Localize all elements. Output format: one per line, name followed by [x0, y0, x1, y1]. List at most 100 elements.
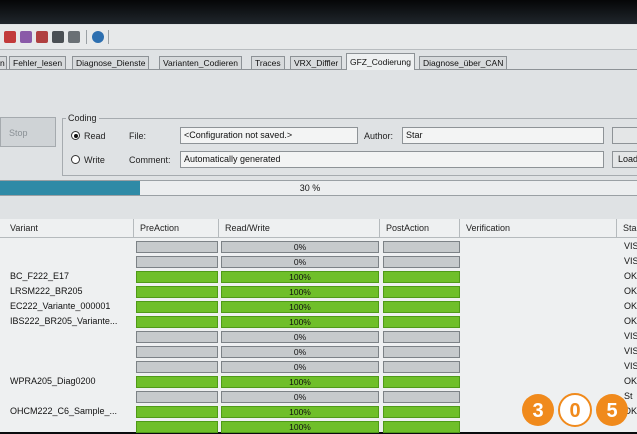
toolbar-red-icon[interactable] [4, 31, 16, 43]
tab-vrx-diffler[interactable]: VRX_Diffler [290, 56, 343, 70]
postaction-bar [383, 301, 460, 313]
table-row[interactable]: BC_F222_E17 100% OK [0, 269, 637, 284]
variant-name: BC_F222_E17 [10, 271, 70, 281]
header-status[interactable]: Sta [619, 219, 637, 237]
toolbar-help-icon[interactable] [92, 31, 104, 43]
stop-button[interactable]: Stop [0, 117, 56, 147]
read-write-bar: 100% [221, 316, 379, 328]
status-cell: OK [624, 301, 637, 311]
tab-fehler-lesen[interactable]: Fehler_lesen [9, 56, 67, 70]
write-radio[interactable] [71, 155, 80, 164]
toolbar [0, 25, 637, 50]
variant-name: EC222_Variante_000001 [10, 301, 111, 311]
read-write-bar: 0% [221, 346, 379, 358]
status-cell: VIS [624, 331, 637, 341]
toolbar-print-icon[interactable] [68, 31, 80, 43]
postaction-bar [383, 361, 460, 373]
table-row[interactable]: 0% VIS [0, 254, 637, 269]
preaction-bar [136, 241, 218, 253]
browse-button[interactable] [612, 127, 637, 144]
header-verification[interactable]: Verification [462, 219, 617, 237]
postaction-bar [383, 376, 460, 388]
status-cell: VIS [624, 256, 637, 266]
read-radio[interactable] [71, 131, 80, 140]
table-row[interactable]: 0% VIS [0, 239, 637, 254]
load-button[interactable]: Load [612, 151, 637, 168]
preaction-bar [136, 361, 218, 373]
postaction-bar [383, 271, 460, 283]
progress-label: 30 % [299, 183, 321, 193]
tab-divider [0, 69, 637, 70]
table-row[interactable]: 0% VIS [0, 329, 637, 344]
read-write-bar: 100% [221, 406, 379, 418]
read-write-bar: 0% [221, 241, 379, 253]
author-field[interactable]: Star [402, 127, 604, 144]
logo-digit-5: 5 [606, 400, 617, 422]
status-cell: OK [624, 286, 637, 296]
header-variant[interactable]: Variant [6, 219, 134, 237]
postaction-bar [383, 391, 460, 403]
status-cell: VIS [624, 361, 637, 371]
comment-label: Comment: [129, 155, 171, 165]
read-write-bar: 0% [221, 361, 379, 373]
toolbar-separator [108, 30, 109, 44]
variant-name: WPRA205_Diag0200 [10, 376, 96, 386]
toolbar-save-icon[interactable] [52, 31, 64, 43]
preaction-bar [136, 331, 218, 343]
progress-bar: 30 % [0, 180, 637, 196]
variant-name: IBS222_BR205_Variante... [10, 316, 118, 326]
toolbar-diagnose-icon[interactable] [20, 31, 32, 43]
table-row[interactable]: EC222_Variante_000001 100% OK [0, 299, 637, 314]
postaction-bar [383, 331, 460, 343]
tab-gfz-codierung[interactable]: GFZ_Codierung [346, 53, 415, 70]
tab-traces[interactable]: Traces [251, 56, 285, 70]
file-field[interactable]: <Configuration not saved.> [180, 127, 358, 144]
monitor-bezel [0, 0, 637, 24]
logo-digit-0: 0 [569, 400, 580, 422]
toolbar-tool-icon[interactable] [36, 31, 48, 43]
postaction-bar [383, 316, 460, 328]
read-write-bar: 100% [221, 301, 379, 313]
preaction-bar [136, 271, 218, 283]
write-label: Write [84, 155, 105, 165]
toolbar-separator [86, 30, 87, 44]
status-cell: OK [624, 316, 637, 326]
tab-strip: n Fehler_lesen Diagnose_Dienste Variante… [0, 53, 637, 70]
tab-varianten-codieren[interactable]: Varianten_Codieren [159, 56, 242, 70]
preaction-bar [136, 376, 218, 388]
table-row[interactable]: 0% VIS [0, 344, 637, 359]
preaction-bar [136, 316, 218, 328]
comment-field[interactable]: Automatically generated [180, 151, 604, 168]
tab-partial[interactable]: n [0, 56, 7, 70]
header-postaction[interactable]: PostAction [382, 219, 460, 237]
preaction-bar [136, 421, 218, 433]
header-preaction[interactable]: PreAction [136, 219, 219, 237]
status-cell: OK [624, 271, 637, 281]
table-row[interactable]: LRSM222_BR205 100% OK [0, 284, 637, 299]
preaction-bar [136, 301, 218, 313]
variant-name: OHCM222_C6_Sample_... [10, 406, 118, 416]
coding-group-title: Coding [66, 113, 99, 123]
preaction-bar [136, 256, 218, 268]
logo-digit-3: 3 [532, 400, 543, 422]
file-label: File: [129, 131, 147, 141]
status-cell: VIS [624, 241, 637, 251]
status-cell: VIS [624, 346, 637, 356]
variant-name: LRSM222_BR205 [10, 286, 83, 296]
tab-diagnose-dienste[interactable]: Diagnose_Dienste [72, 56, 150, 70]
tab-diagnose-ueber-can[interactable]: Diagnose_über_CAN [419, 56, 508, 70]
postaction-bar [383, 256, 460, 268]
author-label: Author: [364, 131, 394, 141]
postaction-bar [383, 421, 460, 433]
postaction-bar [383, 241, 460, 253]
preaction-bar [136, 346, 218, 358]
header-read-write[interactable]: Read/Write [221, 219, 380, 237]
table-row[interactable]: IBS222_BR205_Variante... 100% OK [0, 314, 637, 329]
read-write-bar: 0% [221, 331, 379, 343]
read-write-bar: 100% [221, 271, 379, 283]
table-row[interactable]: 0% VIS [0, 359, 637, 374]
read-write-bar: 100% [221, 286, 379, 298]
read-write-bar: 0% [221, 391, 379, 403]
read-label: Read [84, 131, 106, 141]
read-write-bar: 100% [221, 376, 379, 388]
